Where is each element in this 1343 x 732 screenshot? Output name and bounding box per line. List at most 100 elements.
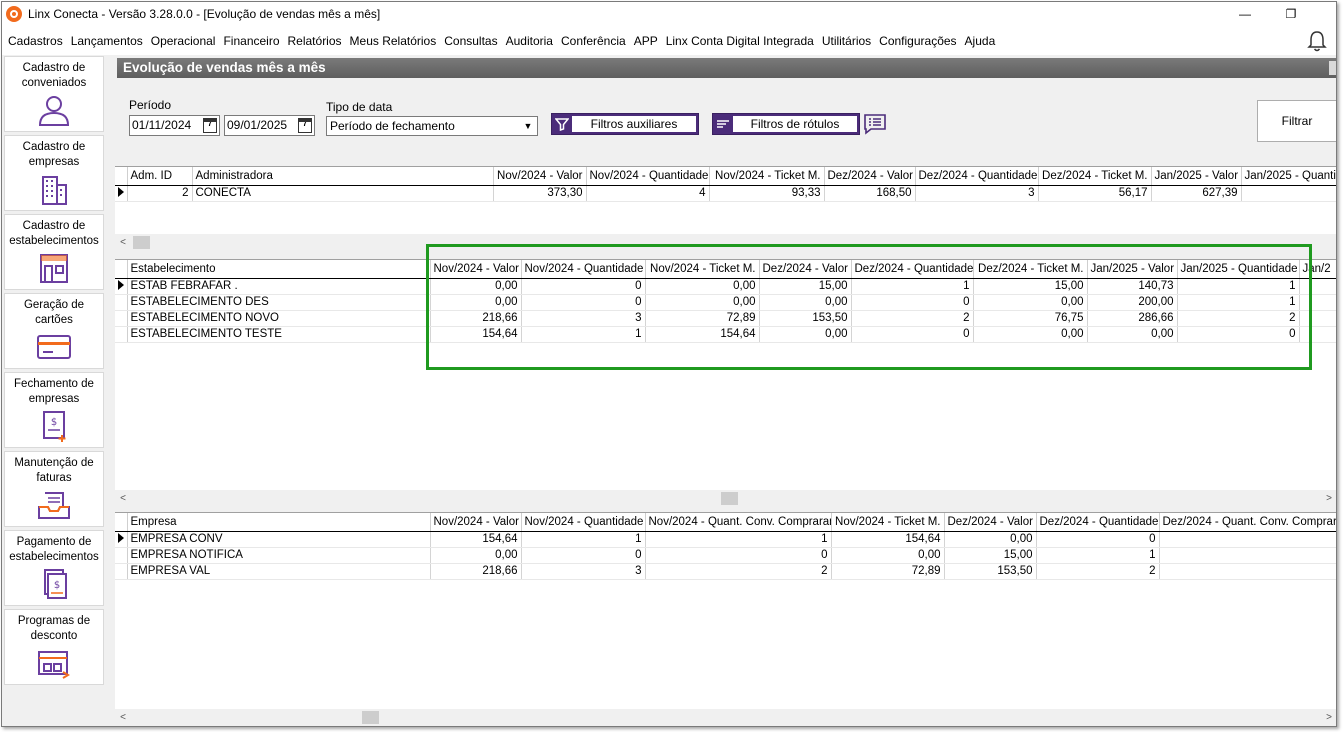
column-header[interactable]: Jan/2025 - Valor (1087, 260, 1178, 279)
column-header[interactable]: Nov/2024 - Valor (493, 167, 587, 186)
column-header[interactable]: Nov/2024 - Quant. Conv. Compraram (645, 513, 832, 532)
column-header[interactable]: Nov/2024 - Quantidade (586, 167, 710, 186)
menu-operacional[interactable]: Operacional (151, 34, 216, 48)
table-cell: 0 (645, 547, 832, 564)
shortcut-geracao-cartoes[interactable]: Geração de cartões (4, 293, 104, 369)
menu-relatorios[interactable]: Relatórios (288, 34, 342, 48)
table-cell (1299, 294, 1336, 311)
column-header[interactable]: Nov/2024 - Valor (430, 513, 522, 532)
shortcut-cadastro-conveniados[interactable]: Cadastro de conveniados (4, 56, 104, 132)
column-header[interactable]: Jan/2 (1299, 260, 1336, 279)
menu-auditoria[interactable]: Auditoria (506, 34, 553, 48)
menu-consultas[interactable]: Consultas (444, 34, 497, 48)
scroll-left-arrow[interactable]: < (115, 490, 131, 507)
menu-linx-conta-digital[interactable]: Linx Conta Digital Integrada (666, 34, 814, 48)
filtrar-button[interactable]: Filtrar (1257, 100, 1336, 142)
column-header[interactable]: Nov/2024 - Valor (430, 260, 522, 279)
minimize-button[interactable]: — (1230, 4, 1260, 24)
column-header[interactable]: Jan/2025 - Valor (1151, 167, 1242, 186)
calendar-icon[interactable]: 7 (298, 118, 312, 133)
table-row[interactable]: EMPRESA NOTIFICA 0,00 0 0 0,00 15,00 1 (115, 547, 1336, 564)
column-header[interactable]: Nov/2024 - Ticket M. (645, 260, 760, 279)
table-cell: 1 (1177, 278, 1300, 295)
menu-configuracoes[interactable]: Configurações (879, 34, 956, 48)
column-header[interactable]: Empresa (127, 513, 431, 532)
filtros-rotulos-button[interactable]: Filtros de rótulos (712, 113, 860, 135)
chevron-down-icon[interactable]: ▼ (521, 119, 535, 133)
tipo-data-select[interactable]: Período de fechamento ▼ (326, 116, 538, 136)
scroll-left-arrow[interactable]: < (115, 234, 131, 250)
column-header[interactable]: Nov/2024 - Ticket M. (831, 513, 945, 532)
menu-financeiro[interactable]: Financeiro (223, 34, 279, 48)
column-header[interactable]: Dez/2024 - Ticket M. (1038, 167, 1152, 186)
column-header[interactable]: Dez/2024 - Quant. Conv. Comprar (1159, 513, 1336, 532)
date-from-input[interactable]: 01/11/2024 7 (129, 115, 220, 136)
table-row[interactable]: ESTABELECIMENTO NOVO 218,66 3 72,89 153,… (115, 310, 1336, 327)
table-cell: 93,33 (709, 185, 825, 202)
notification-bell-icon[interactable] (1306, 29, 1328, 53)
user-icon (38, 96, 70, 126)
menu-meus-relatorios[interactable]: Meus Relatórios (350, 34, 437, 48)
shortcut-cadastro-estabelecimentos[interactable]: Cadastro de estabelecimentos (4, 214, 104, 290)
card-icon (37, 335, 71, 359)
column-header[interactable]: Nov/2024 - Quantidade (521, 260, 646, 279)
restore-button[interactable]: ❐ (1276, 4, 1306, 24)
menu-utilitarios[interactable]: Utilitários (822, 34, 871, 48)
shortcut-cadastro-empresas[interactable]: Cadastro de empresas (4, 135, 104, 211)
horizontal-scrollbar[interactable]: < (115, 234, 1336, 250)
column-header[interactable]: Jan/2025 - Quantidade (1177, 260, 1300, 279)
table-row[interactable]: 2 CONECTA 373,30 4 93,33 168,50 3 56,17 … (115, 185, 1336, 202)
shortcut-fechamento-empresas[interactable]: Fechamento de empresas $ (4, 372, 104, 448)
filtros-auxiliares-button[interactable]: Filtros auxiliares (551, 113, 699, 135)
comment-list-icon[interactable] (863, 112, 887, 136)
menu-lancamentos[interactable]: Lançamentos (71, 34, 143, 48)
column-header[interactable]: Dez/2024 - Valor (944, 513, 1037, 532)
shortcut-pagamento-estabelecimentos[interactable]: Pagamento de estabelecimentos $ (4, 530, 104, 606)
column-header[interactable]: Nov/2024 - Ticket M. (709, 167, 825, 186)
table-cell: 0,00 (973, 294, 1088, 311)
table-row[interactable]: ESTAB FEBRAFAR . 0,00 0 0,00 15,00 1 15,… (115, 278, 1336, 295)
scroll-thumb[interactable] (133, 236, 150, 249)
shortcut-programas-desconto[interactable]: Programas de desconto (4, 609, 104, 685)
page-title-bar: Evolução de vendas mês a mês (117, 58, 1336, 78)
row-pointer-icon (118, 186, 124, 197)
table-cell: ESTAB FEBRAFAR . (127, 278, 431, 295)
menu-cadastros[interactable]: Cadastros (8, 34, 63, 48)
scroll-right-arrow[interactable]: > (1321, 709, 1336, 726)
column-header[interactable]: Adm. ID (127, 167, 193, 186)
calendar-icon[interactable]: 7 (203, 118, 217, 133)
column-header[interactable]: Estabelecimento (127, 260, 431, 279)
table-cell: 15,00 (973, 278, 1088, 295)
row-indicator (115, 294, 128, 311)
menu-conferencia[interactable]: Conferência (561, 34, 626, 48)
scroll-thumb[interactable] (721, 492, 738, 505)
column-header[interactable]: Dez/2024 - Valor (824, 167, 916, 186)
column-header[interactable]: Nov/2024 - Quantidade (521, 513, 646, 532)
column-header[interactable]: Dez/2024 - Ticket M. (973, 260, 1088, 279)
horizontal-scrollbar[interactable]: < > (115, 490, 1336, 507)
scroll-right-arrow[interactable]: > (1321, 490, 1336, 507)
table-row[interactable]: EMPRESA CONV 154,64 1 1 154,64 0,00 0 (115, 531, 1336, 548)
column-header[interactable]: Jan/2025 - Quantidade (1241, 167, 1336, 186)
shortcut-label: Cadastro de conveniados (21, 62, 87, 89)
svg-text:$: $ (54, 580, 60, 591)
table-row[interactable]: ESTABELECIMENTO DES 0,00 0 0,00 0,00 0 0… (115, 294, 1336, 311)
horizontal-scrollbar[interactable]: < > (115, 709, 1336, 726)
shortcut-manutencao-faturas[interactable]: Manutenção de faturas (4, 451, 104, 527)
column-header[interactable]: Administradora (192, 167, 494, 186)
table-cell: 2 (851, 310, 974, 327)
table-cell: 218,66 (430, 563, 522, 580)
column-header[interactable]: Dez/2024 - Quantidade (1036, 513, 1160, 532)
column-header[interactable]: Dez/2024 - Quantidade (851, 260, 974, 279)
scroll-left-arrow[interactable]: < (115, 709, 131, 726)
menu-ajuda[interactable]: Ajuda (965, 34, 996, 48)
column-header[interactable]: Dez/2024 - Valor (759, 260, 852, 279)
menu-app[interactable]: APP (634, 34, 658, 48)
scroll-thumb[interactable] (362, 711, 379, 724)
table-row[interactable]: ESTABELECIMENTO TESTE 154,64 1 154,64 0,… (115, 326, 1336, 343)
table-cell: EMPRESA CONV (127, 531, 431, 548)
date-to-input[interactable]: 09/01/2025 7 (224, 115, 315, 136)
table-row[interactable]: EMPRESA VAL 218,66 3 2 72,89 153,50 2 (115, 563, 1336, 580)
column-header[interactable]: Dez/2024 - Quantidade (915, 167, 1039, 186)
table-cell: 0,00 (973, 326, 1088, 343)
